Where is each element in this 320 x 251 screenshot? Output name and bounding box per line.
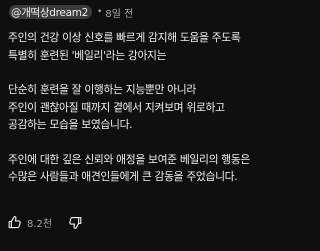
separator-dot: • bbox=[97, 7, 103, 17]
author-handle[interactable]: @개떡상dream2 bbox=[9, 5, 93, 20]
comment-text: 주인의 건강 이상 신호를 빠르게 감지해 도움을 주도록 특별히 훈련된 '베… bbox=[8, 29, 298, 186]
comment-time[interactable]: 8일 전 bbox=[105, 5, 133, 20]
comment-line: 주인의 건강 이상 신호를 빠르게 감지해 도움을 주도록 bbox=[8, 31, 241, 44]
comment-actions: 8.2천 bbox=[7, 214, 83, 230]
like-count: 8.2천 bbox=[27, 218, 53, 230]
author-name[interactable]: @개떡상dream2 bbox=[11, 5, 88, 20]
comment-line: 주인이 괜찮아질 때까지 곁에서 지켜보며 위로하고 bbox=[8, 100, 225, 114]
comment-line: 주인에 대한 깊은 신뢰와 애정을 보여준 베일리의 행동은 bbox=[8, 152, 250, 166]
comment: @개떡상dream2 • 8일 전 주인의 건강 이상 신호를 빠르게 감지해 … bbox=[0, 0, 300, 251]
comment-line: 단순히 훈련을 잘 이행하는 지능뿐만 아니라 bbox=[8, 83, 196, 96]
comment-line: 공감하는 모습을 보였습니다. bbox=[8, 118, 133, 131]
thumbs-up-icon[interactable] bbox=[7, 215, 22, 230]
comment-line: 특별히 훈련된 '베일리'라는 강아지는 bbox=[8, 48, 167, 62]
comment-line: 수많은 사람들과 애견인들에게 큰 감동을 주었습니다. bbox=[8, 170, 238, 183]
comment-header: @개떡상dream2 • 8일 전 bbox=[9, 5, 133, 20]
thumbs-down-icon[interactable] bbox=[68, 215, 83, 230]
